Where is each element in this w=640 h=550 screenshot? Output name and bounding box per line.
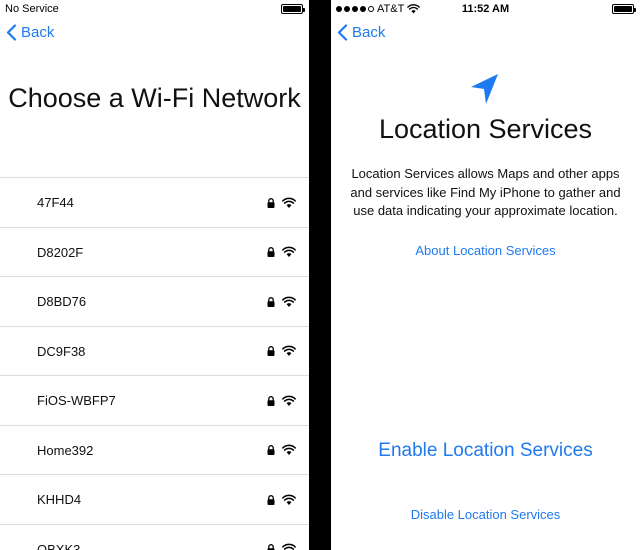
network-icons [267, 296, 296, 307]
network-icons [267, 345, 296, 357]
network-row[interactable]: 47F44 [0, 178, 309, 228]
network-row[interactable]: D8202F [0, 228, 309, 278]
back-button[interactable]: Back [6, 24, 54, 41]
lock-icon [267, 445, 275, 456]
network-row[interactable]: D8BD76 [0, 277, 309, 327]
page-title: Location Services [378, 114, 593, 144]
wifi-icon [282, 345, 296, 357]
network-icons [267, 444, 296, 456]
network-row[interactable]: FiOS-WBFP7 [0, 376, 309, 426]
network-row[interactable]: Home392 [0, 426, 309, 476]
status-carrier: No Service [5, 3, 59, 15]
enable-location-services-button[interactable]: Enable Location Services [331, 440, 640, 462]
wifi-icon [282, 395, 296, 406]
network-icons [267, 395, 296, 406]
network-row[interactable]: DC9F38 [0, 327, 309, 377]
lock-icon [267, 197, 275, 208]
page-title: Choose a Wi-Fi Network [8, 83, 301, 113]
network-row[interactable]: KHHD4 [0, 475, 309, 525]
network-list: 47F44 D8202F D8BD76 DC9F38 FiOS-WBFP7 Home392… [0, 177, 309, 550]
lock-icon [267, 544, 275, 550]
disable-location-services-button[interactable]: Disable Location Services [331, 507, 640, 522]
location-arrow-icon [471, 74, 498, 104]
network-row[interactable]: QBXK3 [0, 525, 309, 550]
network-icons [267, 543, 296, 550]
wifi-setup-screen: No Service Back Choose a Wi-Fi Network 4… [0, 0, 309, 550]
chevron-left-icon [6, 24, 17, 41]
location-services-screen: AT&T 11:52 AM Back Location Services Loc… [331, 0, 640, 550]
chevron-left-icon [337, 24, 348, 41]
network-icons [267, 494, 296, 505]
network-icons [267, 246, 296, 258]
battery-icon [281, 4, 305, 14]
status-time: 11:52 AM [461, 3, 510, 15]
wifi-icon [282, 246, 296, 258]
lock-icon [267, 247, 275, 258]
back-button[interactable]: Back [337, 24, 385, 41]
back-label: Back [21, 24, 55, 41]
wifi-icon [282, 543, 296, 550]
lock-icon [267, 346, 275, 357]
wifi-icon [282, 296, 296, 307]
lock-icon [267, 296, 275, 307]
back-label: Back [352, 24, 386, 41]
description-text: Location Services allows Maps and other … [350, 166, 621, 218]
about-location-services-link[interactable]: About Location Services [331, 243, 640, 258]
wifi-icon [282, 494, 296, 505]
lock-icon [267, 395, 275, 406]
wifi-icon [282, 444, 296, 456]
status-bar: No Service [0, 0, 309, 18]
wifi-icon [282, 197, 296, 208]
battery-icon [612, 4, 636, 14]
network-icons [267, 197, 296, 208]
lock-icon [267, 494, 275, 505]
status-bar: AT&T 11:52 AM [331, 0, 640, 18]
